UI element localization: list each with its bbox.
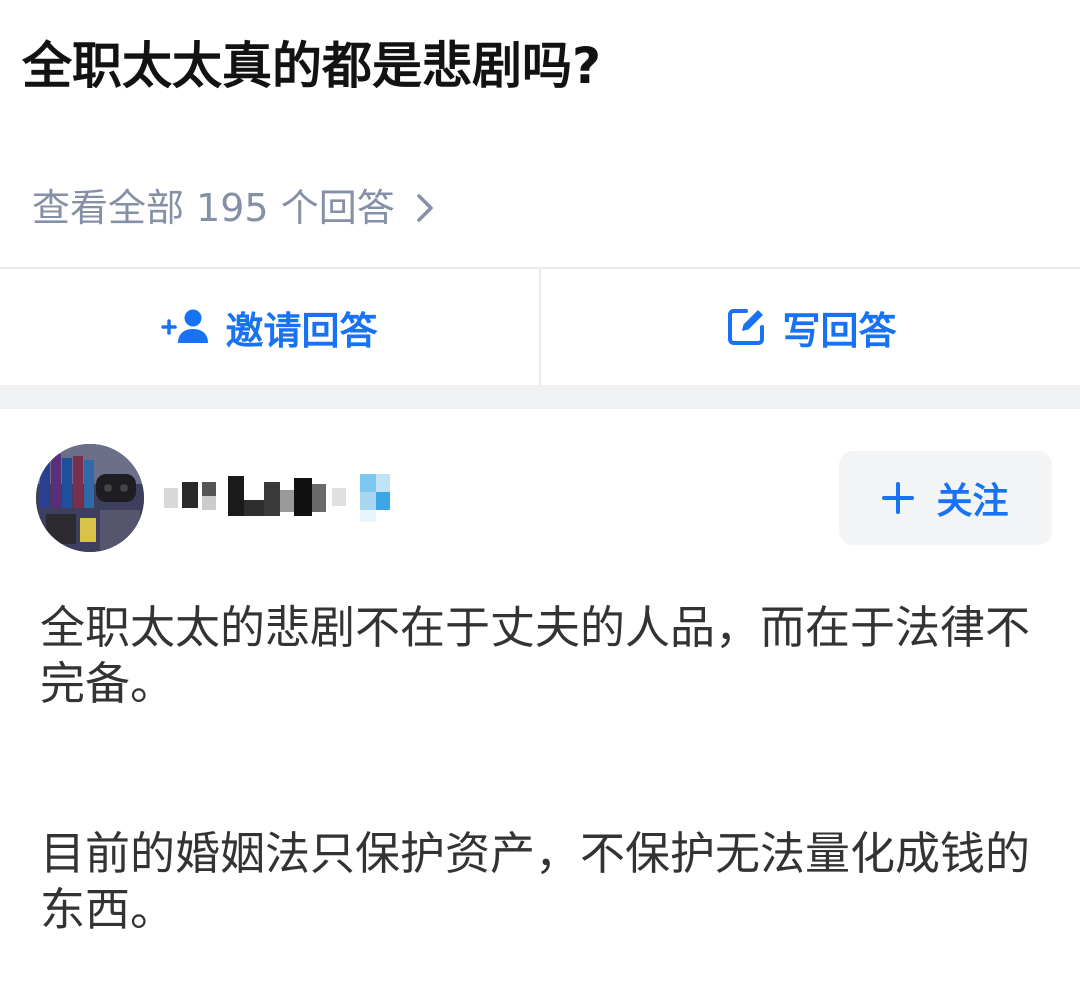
- answer-paragraph: 全职太太的悲剧不在于丈夫的人品，而在于法律不完备。: [40, 601, 1031, 710]
- chevron-right-icon: [416, 194, 433, 222]
- question-title: 全职太太真的都是悲剧吗?: [22, 37, 602, 95]
- answer-action-bar: 邀请回答 写回答: [0, 267, 1080, 385]
- author-name-pixelated[interactable]: [164, 470, 424, 526]
- follow-button[interactable]: 关注: [839, 451, 1052, 545]
- plus-icon: [882, 482, 915, 514]
- section-separator: [0, 385, 1080, 409]
- invite-answer-button[interactable]: 邀请回答: [0, 269, 539, 385]
- avatar-image: [36, 444, 144, 552]
- answer-content[interactable]: 全职太太的悲剧不在于丈夫的人品，而在于法律不完备。 目前的婚姻法只保护资产，不保…: [40, 600, 1040, 938]
- answer-author-row: 关注: [36, 444, 1056, 552]
- write-answer-button[interactable]: 写回答: [541, 269, 1080, 385]
- add-user-icon: [161, 309, 209, 343]
- edit-icon: [728, 309, 765, 345]
- view-all-answers-label: 查看全部 195 个回答: [32, 186, 395, 230]
- follow-label: 关注: [936, 481, 1009, 522]
- answer-paragraph: 目前的婚姻法只保护资产，不保护无法量化成钱的东西。: [40, 827, 1031, 936]
- avatar[interactable]: [36, 444, 144, 552]
- invite-answer-label: 邀请回答: [225, 308, 378, 353]
- write-answer-label: 写回答: [782, 308, 897, 353]
- view-all-answers-link[interactable]: 查看全部 195 个回答: [32, 180, 441, 236]
